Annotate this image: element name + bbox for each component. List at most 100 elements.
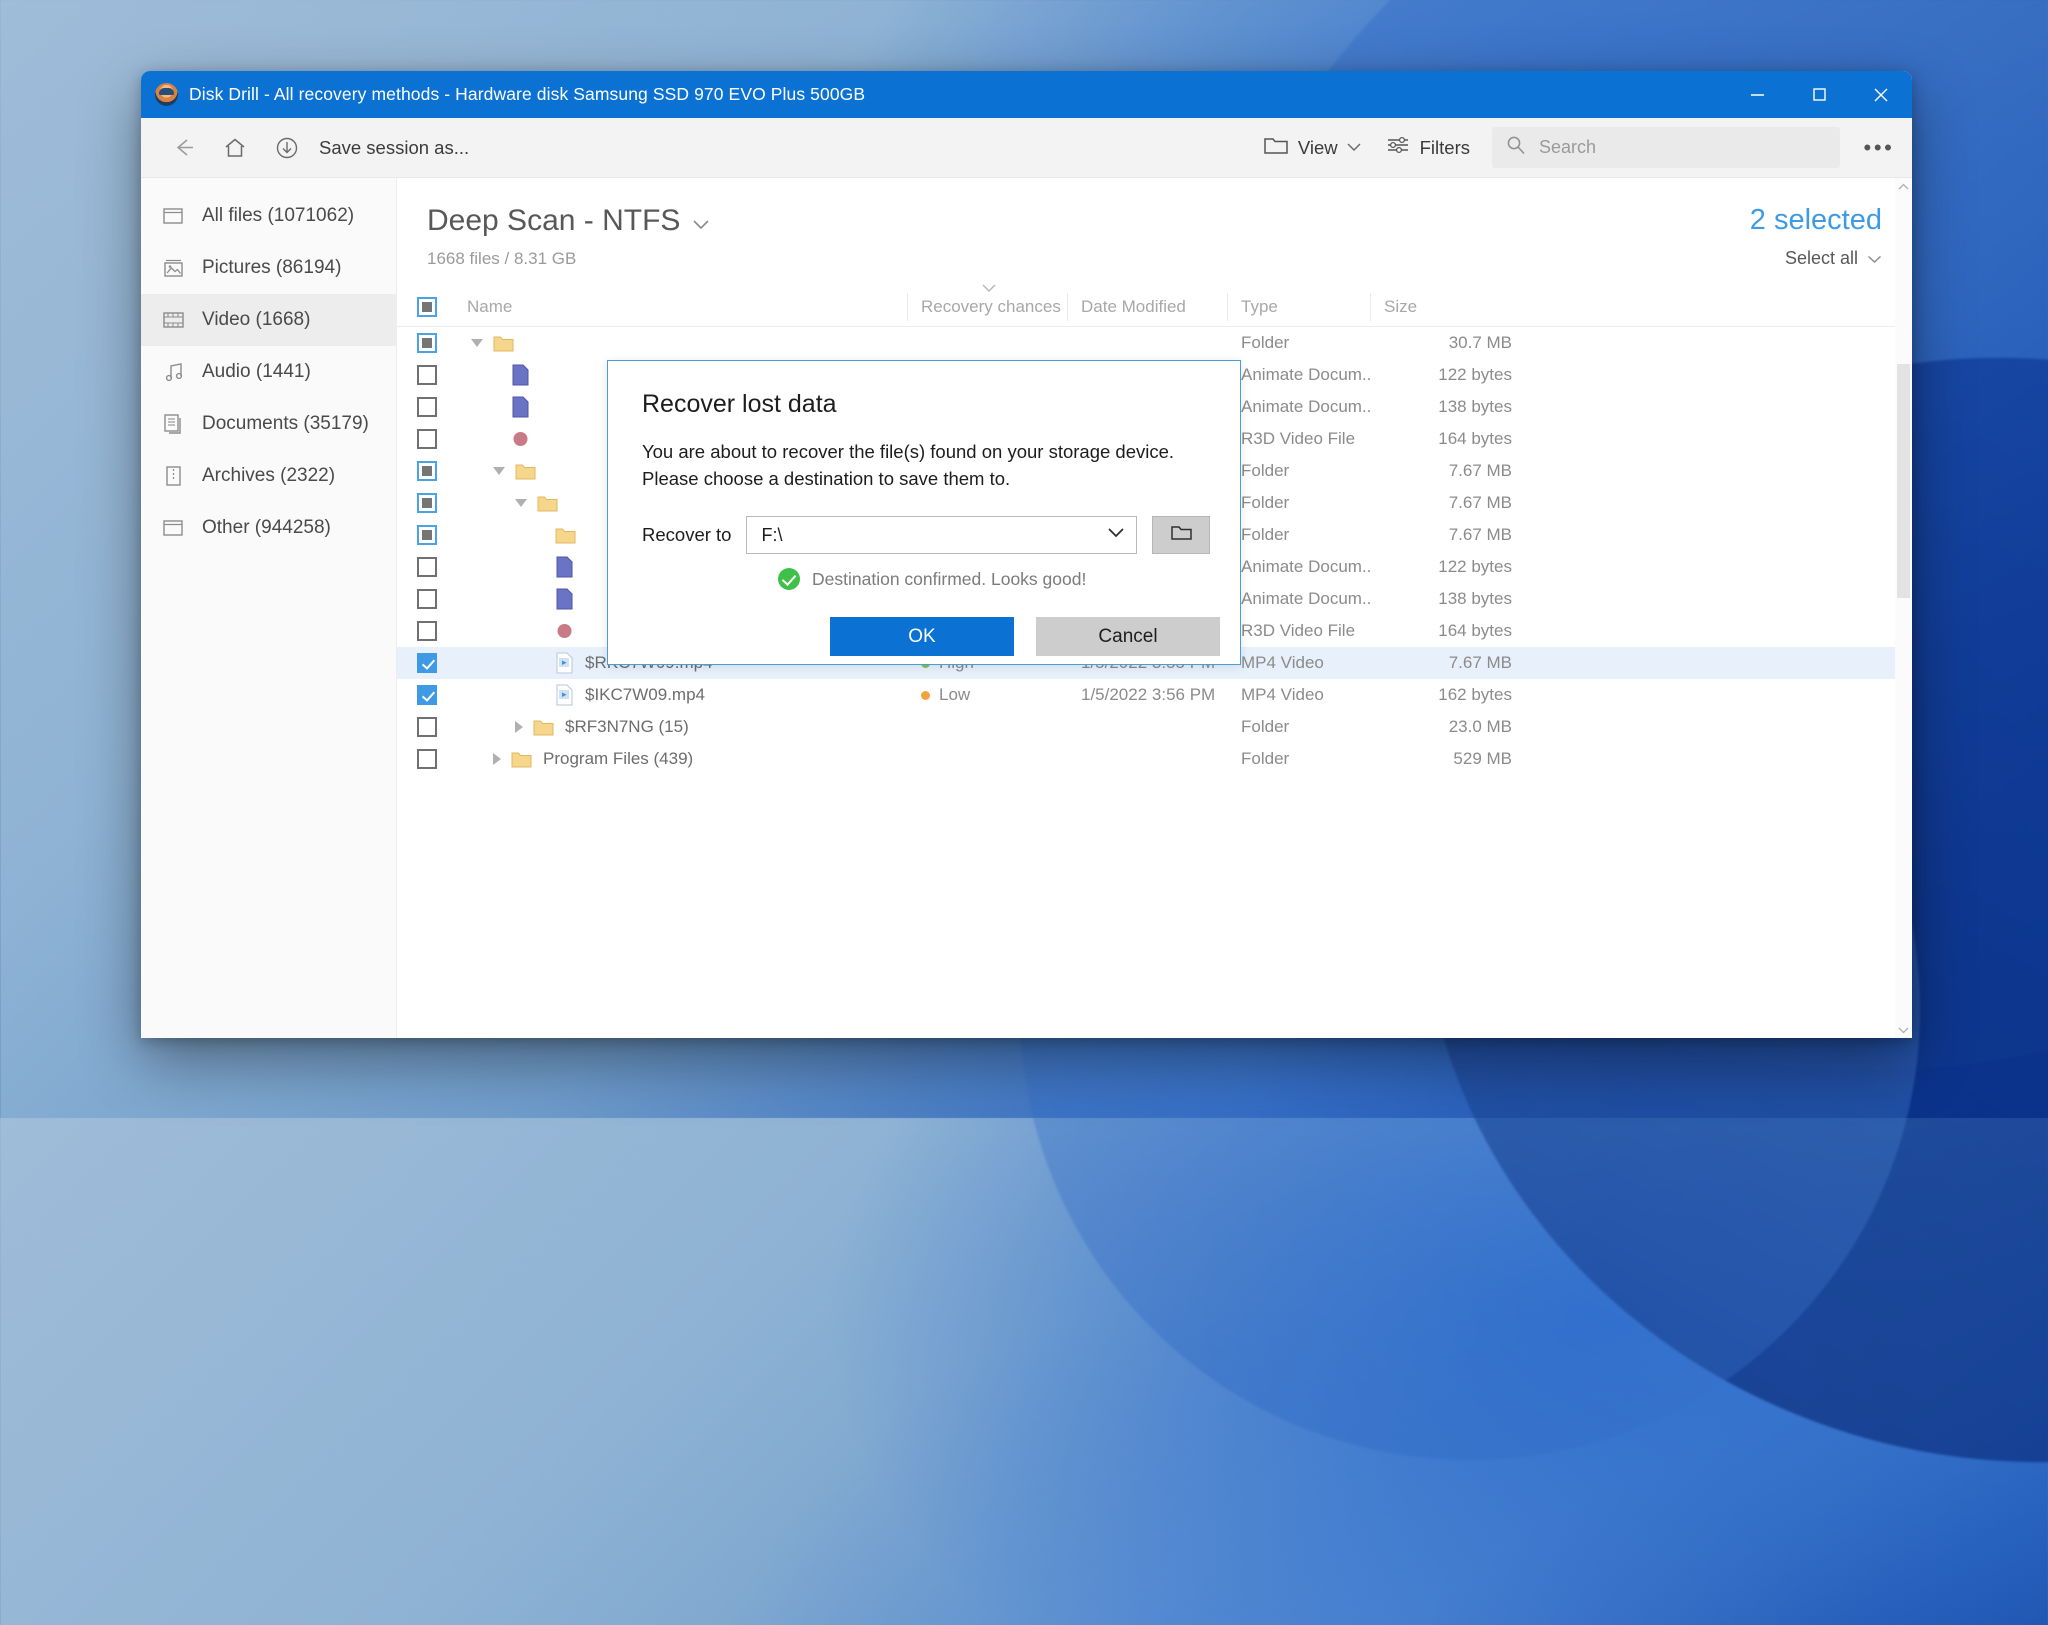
archives-icon (161, 464, 186, 489)
sidebar-item-all-files[interactable]: All files (1071062) (141, 190, 396, 242)
dialog-title: Recover lost data (608, 361, 1240, 419)
window-title: Disk Drill - All recovery methods - Hard… (189, 84, 865, 105)
sidebar-item-other[interactable]: Other (944258) (141, 502, 396, 554)
row-checkbox[interactable] (397, 461, 457, 481)
select-all-checkbox[interactable] (397, 287, 457, 327)
table-header: Name Recovery chances Date Modified Type… (397, 287, 1912, 327)
toolbar: Save session as... View (141, 118, 1912, 178)
sidebar-item-label: Audio (1441) (202, 361, 311, 383)
video-file-icon (555, 652, 574, 674)
checkbox (417, 333, 437, 353)
destination-status: Destination confirmed. Looks good! (608, 554, 1240, 590)
row-checkbox[interactable] (397, 365, 457, 385)
row-checkbox[interactable] (397, 621, 457, 641)
expand-twisty-icon[interactable] (515, 721, 523, 733)
sidebar-item-audio[interactable]: Audio (1441) (141, 346, 396, 398)
sidebar-item-label: Video (1668) (202, 309, 310, 331)
scroll-down-arrow-icon[interactable] (1895, 1021, 1912, 1038)
save-session-button[interactable]: Save session as... (319, 137, 469, 159)
row-type-cell: Folder (1227, 749, 1370, 769)
row-checkbox[interactable] (397, 717, 457, 737)
file-icon (555, 620, 574, 642)
close-button[interactable] (1850, 71, 1912, 118)
row-size-cell: 164 bytes (1370, 429, 1530, 449)
back-arrow-icon[interactable] (157, 126, 209, 170)
row-checkbox[interactable] (397, 333, 457, 353)
column-header-type[interactable]: Type (1227, 287, 1370, 327)
expand-twisty-icon[interactable] (515, 499, 527, 507)
select-all-button[interactable]: Select all (1750, 248, 1882, 269)
search-input[interactable]: Search (1492, 127, 1840, 168)
row-checkbox[interactable] (397, 493, 457, 513)
row-checkbox[interactable] (397, 525, 457, 545)
column-header-recovery-label: Recovery chances (921, 297, 1061, 317)
row-type-cell: Animate Docum... (1227, 557, 1370, 577)
row-recovery-cell: Low (907, 685, 1067, 705)
checkbox (417, 429, 437, 449)
row-type-cell: MP4 Video (1227, 653, 1370, 673)
row-type-cell: Animate Docum... (1227, 397, 1370, 417)
chevron-down-icon (1867, 248, 1882, 269)
browse-folder-button[interactable] (1152, 516, 1210, 554)
ok-button[interactable]: OK (830, 617, 1014, 656)
table-row[interactable]: $IKC7W09.mp4Low1/5/2022 3:56 PMMP4 Video… (397, 679, 1912, 711)
row-type-cell: Animate Docum... (1227, 589, 1370, 609)
row-size-cell: 164 bytes (1370, 621, 1530, 641)
row-type-cell: Folder (1227, 525, 1370, 545)
row-checkbox[interactable] (397, 429, 457, 449)
column-header-name[interactable]: Name (457, 287, 907, 327)
scan-info: Deep Scan - NTFS 1668 files / 8.31 GB (427, 204, 710, 269)
scroll-up-arrow-icon[interactable] (1895, 178, 1912, 195)
file-icon (555, 556, 574, 578)
table-row[interactable]: Folder30.7 MB (397, 327, 1912, 359)
destination-status-text: Destination confirmed. Looks good! (812, 569, 1086, 590)
checkbox (417, 749, 437, 769)
expand-twisty-icon[interactable] (493, 467, 505, 475)
row-name-cell: Program Files (439) (457, 749, 907, 769)
sidebar-item-documents[interactable]: Documents (35179) (141, 398, 396, 450)
checkbox (417, 397, 437, 417)
table-row[interactable]: Program Files (439)Folder529 MB (397, 743, 1912, 775)
row-type-cell: R3D Video File (1227, 429, 1370, 449)
documents-icon (161, 412, 186, 437)
column-header-date[interactable]: Date Modified (1067, 287, 1227, 327)
scrollbar-thumb[interactable] (1897, 364, 1910, 598)
row-type-cell: Animate Docum... (1227, 365, 1370, 385)
filters-button[interactable]: Filters (1373, 126, 1482, 170)
minimize-button[interactable] (1726, 71, 1788, 118)
maximize-button[interactable] (1788, 71, 1850, 118)
row-type-cell: Folder (1227, 461, 1370, 481)
row-type-cell: MP4 Video (1227, 685, 1370, 705)
view-button[interactable]: View (1251, 126, 1373, 170)
table-row[interactable]: $RF3N7NG (15)Folder23.0 MB (397, 711, 1912, 743)
checkbox (417, 493, 437, 513)
checkbox (417, 685, 437, 705)
column-header-recovery[interactable]: Recovery chances (907, 287, 1067, 327)
download-icon[interactable] (261, 126, 313, 170)
row-checkbox[interactable] (397, 685, 457, 705)
row-checkbox[interactable] (397, 749, 457, 769)
cancel-button[interactable]: Cancel (1036, 617, 1220, 656)
scan-title[interactable]: Deep Scan - NTFS (427, 204, 710, 238)
file-icon (511, 396, 530, 418)
folder-icon (493, 335, 514, 352)
row-checkbox[interactable] (397, 397, 457, 417)
row-checkbox[interactable] (397, 653, 457, 673)
row-checkbox[interactable] (397, 557, 457, 577)
dialog-buttons: OK Cancel (608, 590, 1240, 656)
sidebar-item-video[interactable]: Video (1668) (141, 294, 396, 346)
column-header-size[interactable]: Size (1370, 287, 1530, 327)
sidebar-item-archives[interactable]: Archives (2322) (141, 450, 396, 502)
row-checkbox[interactable] (397, 589, 457, 609)
expand-twisty-icon[interactable] (493, 753, 501, 765)
home-icon[interactable] (209, 126, 261, 170)
expand-twisty-icon[interactable] (471, 339, 483, 347)
destination-select[interactable]: F:\ (746, 516, 1137, 554)
vertical-scrollbar[interactable] (1895, 178, 1912, 1038)
more-options-button[interactable]: ••• (1846, 126, 1912, 170)
dialog-body-text: You are about to recover the file(s) fou… (608, 419, 1240, 492)
disk-drill-icon (155, 83, 178, 106)
title-bar[interactable]: Disk Drill - All recovery methods - Hard… (141, 71, 1912, 118)
sidebar-item-pictures[interactable]: Pictures (86194) (141, 242, 396, 294)
folder-icon (1263, 134, 1289, 161)
